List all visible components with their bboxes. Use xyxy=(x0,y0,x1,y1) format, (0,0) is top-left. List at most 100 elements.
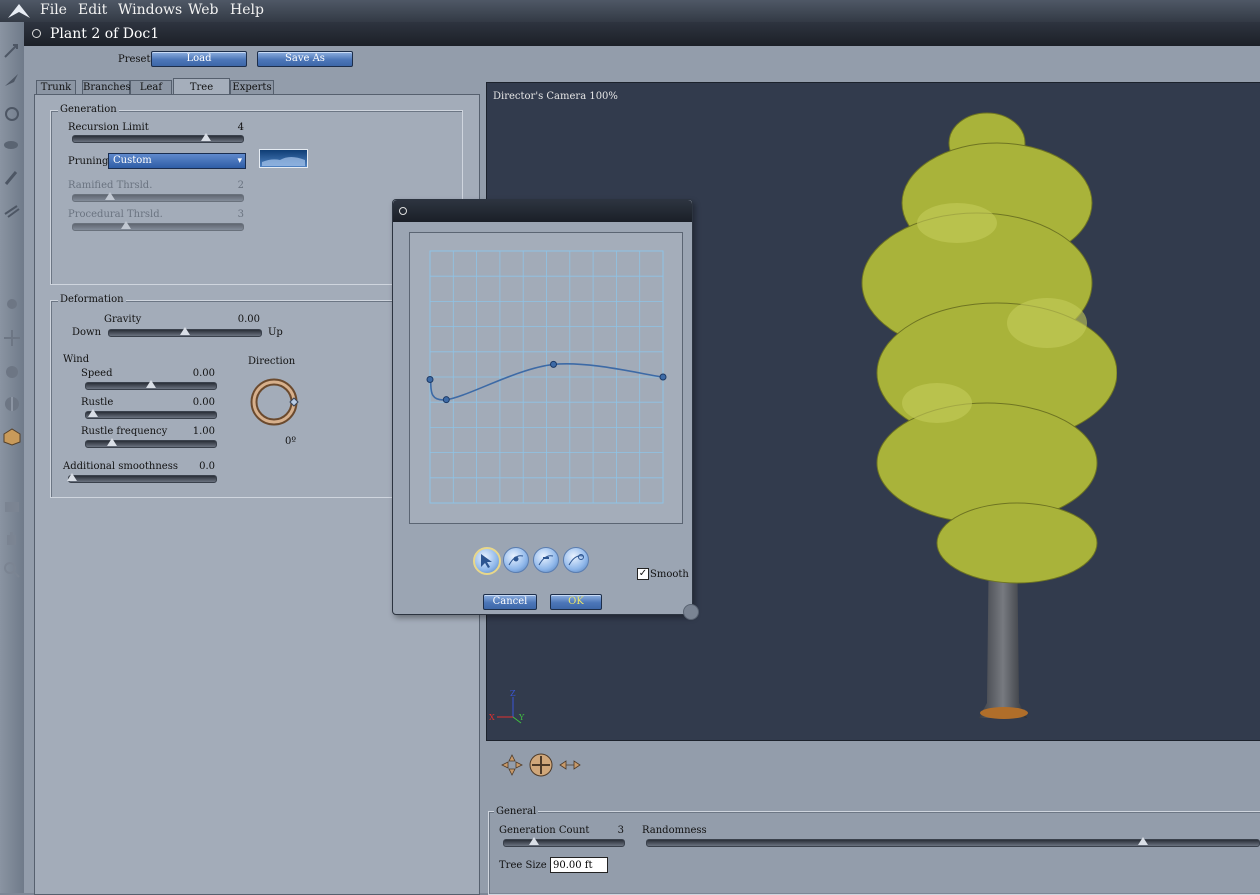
pen-tool-icon[interactable] xyxy=(2,168,22,188)
slider-thumb[interactable] xyxy=(87,409,98,417)
link-tool-icon[interactable] xyxy=(2,200,22,220)
reset-curve-icon xyxy=(568,554,584,566)
slider-thumb[interactable] xyxy=(1137,837,1148,845)
rotate-camera-icon[interactable] xyxy=(528,752,554,778)
procedural-threshold-label: Procedural Thrsld. xyxy=(68,209,163,220)
generation-count-label: Generation Count xyxy=(499,825,590,836)
gravity-value: 0.00 xyxy=(237,314,260,325)
select-point-tool[interactable] xyxy=(473,547,501,575)
tab-branches[interactable]: Branches xyxy=(82,80,131,95)
tree-size-input[interactable] xyxy=(550,857,608,873)
slider-thumb[interactable] xyxy=(66,473,77,481)
cancel-button[interactable]: Cancel xyxy=(483,594,537,610)
curve-graph[interactable] xyxy=(410,233,682,523)
slider-thumb[interactable] xyxy=(105,192,116,200)
pan-view-icon[interactable] xyxy=(2,362,22,382)
ramified-threshold-label: Ramified Thrsld. xyxy=(68,180,153,191)
move-xz-icon[interactable] xyxy=(2,328,22,348)
menu-file[interactable]: File xyxy=(40,2,67,18)
pruning-select[interactable]: Custom ▾ xyxy=(108,153,246,169)
ok-button[interactable]: OK xyxy=(550,594,602,610)
translate-tool-icon[interactable] xyxy=(2,70,22,90)
deformation-title: Deformation xyxy=(58,294,126,305)
tab-leaf[interactable]: Leaf xyxy=(130,80,172,95)
generation-count-slider[interactable] xyxy=(503,837,625,847)
rustle-label: Rustle xyxy=(81,397,114,408)
wind-speed-slider[interactable] xyxy=(85,380,217,390)
direction-label: Direction xyxy=(248,356,296,367)
object-box-icon[interactable] xyxy=(2,426,22,446)
recursion-limit-value: 4 xyxy=(237,122,244,133)
camera-tool-icon[interactable] xyxy=(2,496,22,516)
menu-web[interactable]: Web xyxy=(188,2,219,18)
gravity-down-label: Down xyxy=(72,327,102,338)
tab-trunk[interactable]: Trunk xyxy=(36,80,76,95)
gravity-up-label: Up xyxy=(268,327,283,338)
generation-title: Generation xyxy=(58,104,119,115)
axis-x-label: X xyxy=(489,713,495,722)
rotate-tool-icon[interactable] xyxy=(2,42,22,62)
smooth-checkbox[interactable]: ✓ xyxy=(637,568,649,580)
general-title: General xyxy=(494,806,539,817)
chevron-down-icon: ▾ xyxy=(237,156,242,166)
wind-speed-label: Speed xyxy=(81,368,113,379)
zoom-tool-icon[interactable] xyxy=(2,560,22,580)
curve-control-point xyxy=(442,396,450,404)
slider-thumb[interactable] xyxy=(107,438,117,446)
tab-experts[interactable]: Experts xyxy=(230,80,274,95)
slider-thumb[interactable] xyxy=(200,133,211,141)
rustle-slider[interactable] xyxy=(85,409,217,419)
curve-control-point xyxy=(549,360,557,368)
pruning-select-value: Custom xyxy=(113,155,152,166)
tab-tree-shape[interactable]: Tree shape xyxy=(173,78,230,111)
axis-z-label: Z xyxy=(510,689,516,698)
rustle-frequency-slider[interactable] xyxy=(85,438,217,448)
add-point-tool[interactable] xyxy=(503,547,529,573)
dolly-icon[interactable] xyxy=(2,394,22,414)
camera-label[interactable]: Director's Camera 100% xyxy=(493,91,618,102)
curve-grid xyxy=(429,250,664,504)
rustle-value: 0.00 xyxy=(192,397,215,408)
pruning-curve-preview[interactable] xyxy=(259,149,308,168)
move-camera-icon[interactable] xyxy=(500,753,524,777)
save-as-button[interactable]: Save As xyxy=(257,51,353,67)
tree-size-label: Tree Size xyxy=(499,860,547,871)
wind-speed-value: 0.00 xyxy=(192,368,215,379)
hand-tool-icon[interactable] xyxy=(2,528,22,548)
slider-thumb[interactable] xyxy=(120,221,131,229)
slider-thumb[interactable] xyxy=(180,327,190,335)
panel-close-icon[interactable] xyxy=(32,29,41,38)
pruning-label: Pruning xyxy=(68,156,109,167)
resize-grip-icon[interactable] xyxy=(683,604,699,620)
recursion-limit-label: Recursion Limit xyxy=(68,122,149,133)
wind-direction-dial[interactable] xyxy=(250,378,300,428)
preset-label: Preset: xyxy=(118,54,154,65)
ramified-threshold-slider[interactable] xyxy=(72,192,244,202)
menu-edit[interactable]: Edit xyxy=(78,2,107,18)
menu-windows[interactable]: Windows xyxy=(118,2,182,18)
curve-editor-dialog: ✓ Smooth Cancel OK xyxy=(392,199,693,615)
rustle-frequency-value: 1.00 xyxy=(192,426,215,437)
reset-curve-tool[interactable] xyxy=(563,547,589,573)
hand-rotate-icon[interactable] xyxy=(2,294,22,314)
pan-camera-icon[interactable] xyxy=(558,755,582,775)
axis-gizmo: Z X Y xyxy=(489,689,525,724)
smooth-label: Smooth xyxy=(650,569,689,580)
procedural-threshold-slider[interactable] xyxy=(72,221,244,231)
slider-thumb[interactable] xyxy=(529,837,539,845)
gravity-slider[interactable] xyxy=(108,327,262,337)
app-logo-icon xyxy=(8,4,30,18)
slider-thumb[interactable] xyxy=(146,380,156,388)
gravity-label: Gravity xyxy=(104,314,142,325)
twist-tool-icon[interactable] xyxy=(2,104,22,124)
randomness-slider[interactable] xyxy=(646,837,1260,847)
menu-help[interactable]: Help xyxy=(230,2,264,18)
dialog-title-bar xyxy=(393,200,692,222)
remove-point-tool[interactable] xyxy=(533,547,559,573)
curve-control-point xyxy=(426,376,434,384)
load-button[interactable]: Load xyxy=(151,51,247,67)
dialog-close-icon[interactable] xyxy=(399,207,407,215)
recursion-limit-slider[interactable] xyxy=(72,133,244,143)
additional-smoothness-slider[interactable] xyxy=(66,473,217,483)
scale-tool-icon[interactable] xyxy=(2,134,22,154)
